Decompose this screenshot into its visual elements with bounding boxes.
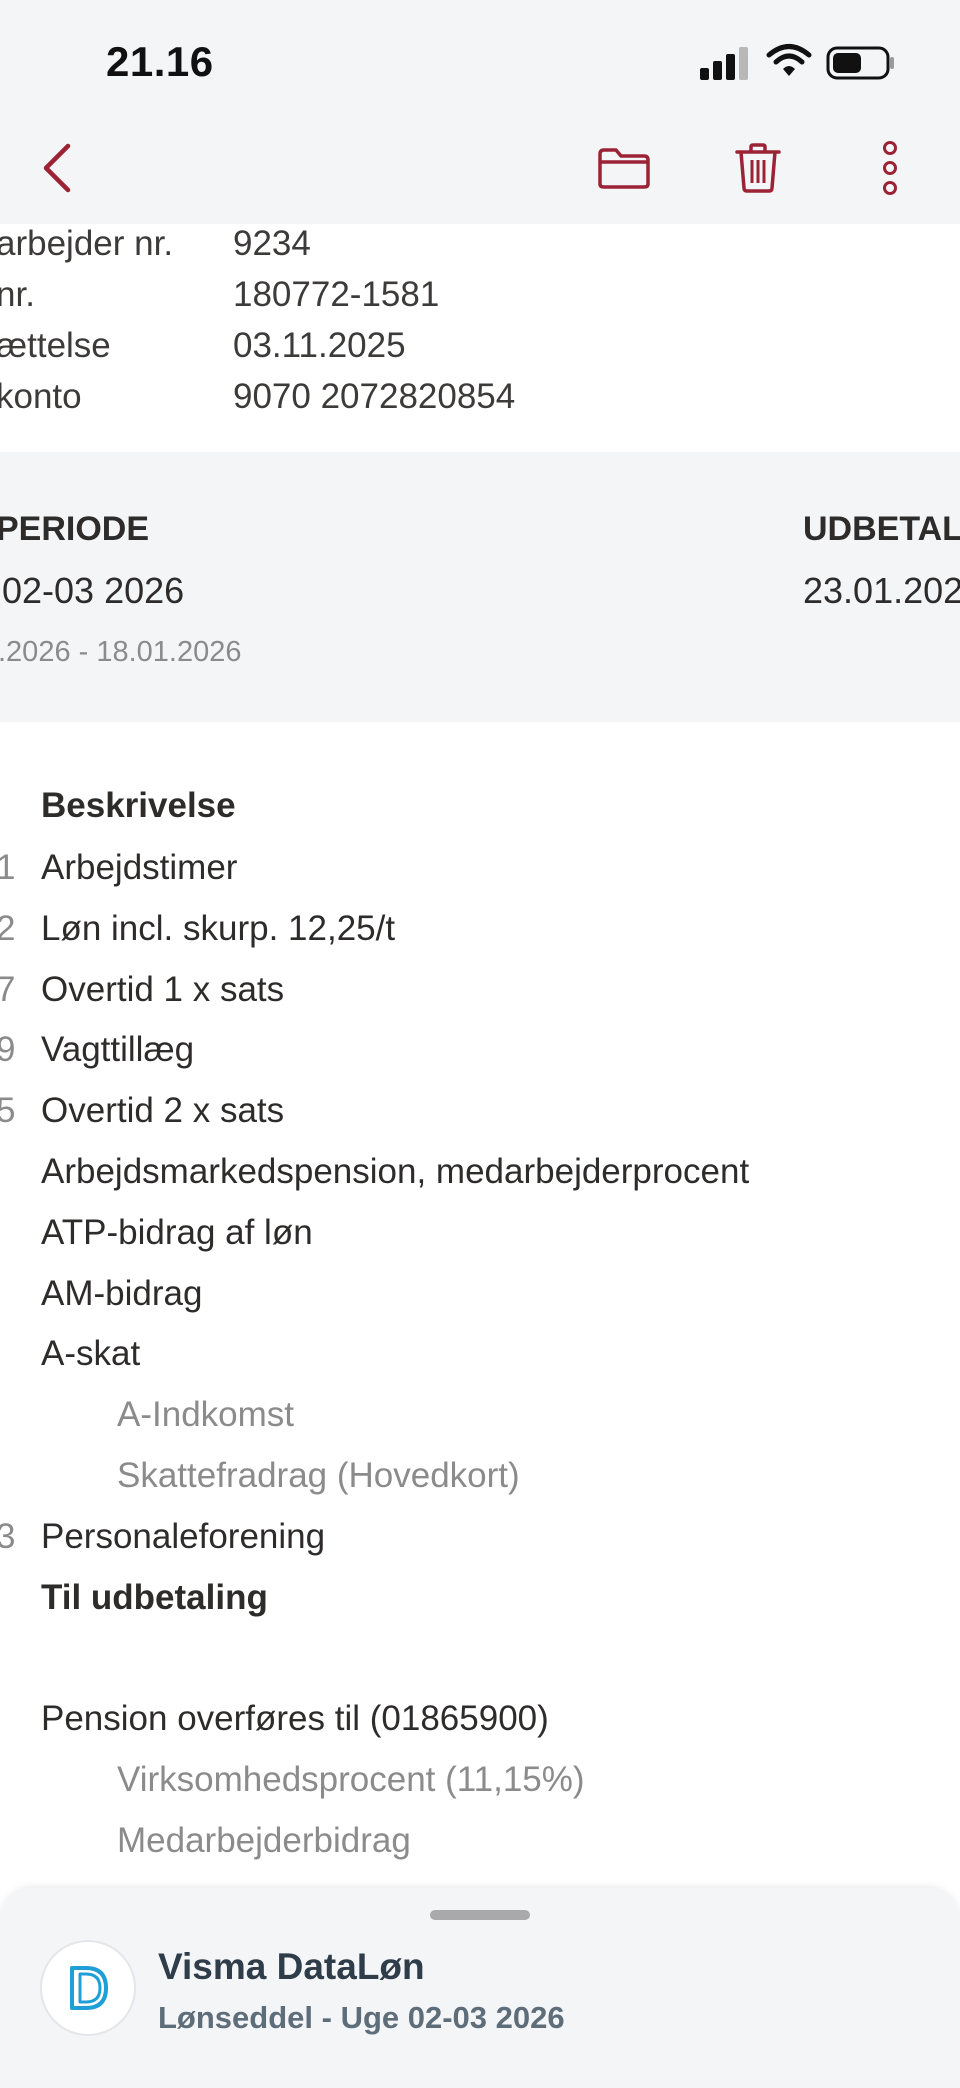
description-heading: Beskrivelse	[41, 786, 236, 825]
info-label: nr.	[0, 275, 35, 314]
line-description: Vagttillæg	[41, 1030, 195, 1069]
document-subtitle: Lønseddel - Uge 02-03 2026	[158, 2000, 565, 2035]
payout-heading: UDBETAL	[803, 510, 960, 548]
line-description: Løn incl. skurp. 12,25/t	[41, 909, 396, 948]
line-description: Virksomhedsprocent (11,15%)	[117, 1760, 585, 1799]
list-item: Arbejdsmarkedspension, medarbejderprocen…	[0, 1152, 960, 1210]
visma-d-logo-icon	[40, 1940, 136, 2036]
period-value: 02-03 2026	[2, 570, 185, 611]
list-item: 3 Personaleforening	[0, 1517, 960, 1575]
more-options-button[interactable]	[860, 138, 920, 198]
list-item: 5 Overtid 2 x sats	[0, 1091, 960, 1149]
line-description: Arbejdsmarkedspension, medarbejderprocen…	[41, 1152, 750, 1191]
line-description: Pension overføres til (01865900)	[41, 1699, 549, 1738]
list-item: 1 Arbejdstimer	[0, 848, 960, 906]
info-row-cpr-number: nr. 180772-1581	[0, 275, 960, 325]
app-bottom-sheet[interactable]: Visma DataLøn Lønseddel - Uge 02-03 2026	[0, 1888, 960, 2088]
list-item: 2 Løn incl. skurp. 12,25/t	[0, 909, 960, 967]
list-item: A-skat	[0, 1334, 960, 1392]
payout-total-label: Til udbetaling	[41, 1578, 268, 1617]
list-item: Virksomhedsprocent (11,15%)	[0, 1760, 960, 1818]
line-description: A-Indkomst	[117, 1395, 294, 1434]
status-time: 21.16	[106, 38, 214, 85]
list-item: 9 Vagttillæg	[0, 1030, 960, 1088]
line-code: 7	[0, 970, 16, 1009]
list-item: Medarbejderbidrag	[0, 1821, 960, 1879]
app-name: Visma DataLøn	[158, 1946, 425, 1987]
employee-info-section: arbejder nr. 9234 nr. 180772-1581 ættels…	[0, 224, 960, 452]
info-value: 03.11.2025	[233, 326, 406, 365]
line-description: AM-bidrag	[41, 1274, 203, 1313]
cellular-signal-icon	[700, 46, 752, 80]
folder-button[interactable]	[594, 138, 654, 198]
info-row-employment-date: ættelse 03.11.2025	[0, 326, 960, 376]
sheet-drag-handle[interactable]	[430, 1910, 530, 1920]
trash-icon	[735, 143, 781, 193]
delete-button[interactable]	[728, 138, 788, 198]
folder-icon	[598, 148, 650, 189]
more-vertical-icon	[883, 141, 897, 195]
list-item: Pension overføres til (01865900)	[0, 1699, 960, 1757]
line-code: 1	[0, 848, 16, 887]
info-value: 180772-1581	[233, 275, 440, 314]
line-description: Personaleforening	[41, 1517, 326, 1556]
line-code: 5	[0, 1091, 16, 1130]
info-row-employee-number: arbejder nr. 9234	[0, 224, 960, 274]
info-label: arbejder nr.	[0, 224, 174, 263]
line-code: 9	[0, 1030, 16, 1069]
top-bar: 21.16	[0, 0, 960, 224]
line-description: Skattefradrag (Hovedkort)	[117, 1456, 520, 1495]
info-label: ættelse	[0, 326, 111, 365]
list-item: 7 Overtid 1 x sats	[0, 970, 960, 1028]
list-item: Til udbetaling	[0, 1578, 960, 1636]
wifi-icon	[766, 42, 812, 80]
info-row-bank-account: konto 9070 2072820854	[0, 377, 960, 427]
line-code: 3	[0, 1517, 16, 1556]
payout-date: 23.01.202	[803, 570, 960, 611]
list-item: A-Indkomst	[0, 1395, 960, 1453]
chevron-left-icon	[43, 143, 71, 193]
line-code: 2	[0, 909, 16, 948]
info-value: 9234	[233, 224, 311, 263]
info-label: konto	[0, 377, 82, 416]
line-description: Medarbejderbidrag	[117, 1821, 411, 1860]
line-description: ATP-bidrag af løn	[41, 1213, 313, 1252]
line-description: Overtid 1 x sats	[41, 970, 285, 1009]
list-item: ATP-bidrag af løn	[0, 1213, 960, 1271]
list-item: Skattefradrag (Hovedkort)	[0, 1456, 960, 1514]
description-heading-row: Beskrivelse	[0, 786, 960, 844]
list-item: AM-bidrag	[0, 1274, 960, 1332]
line-description: Overtid 2 x sats	[41, 1091, 285, 1130]
line-description: Arbejdstimer	[41, 848, 238, 887]
battery-icon	[826, 46, 896, 80]
period-heading: PERIODE	[0, 510, 150, 548]
line-description: A-skat	[41, 1334, 141, 1373]
payroll-period-section: PERIODE 02-03 2026 .2026 - 18.01.2026 UD…	[0, 452, 960, 722]
info-value: 9070 2072820854	[233, 377, 516, 416]
back-button[interactable]	[28, 138, 88, 198]
period-date-range: .2026 - 18.01.2026	[0, 636, 242, 668]
